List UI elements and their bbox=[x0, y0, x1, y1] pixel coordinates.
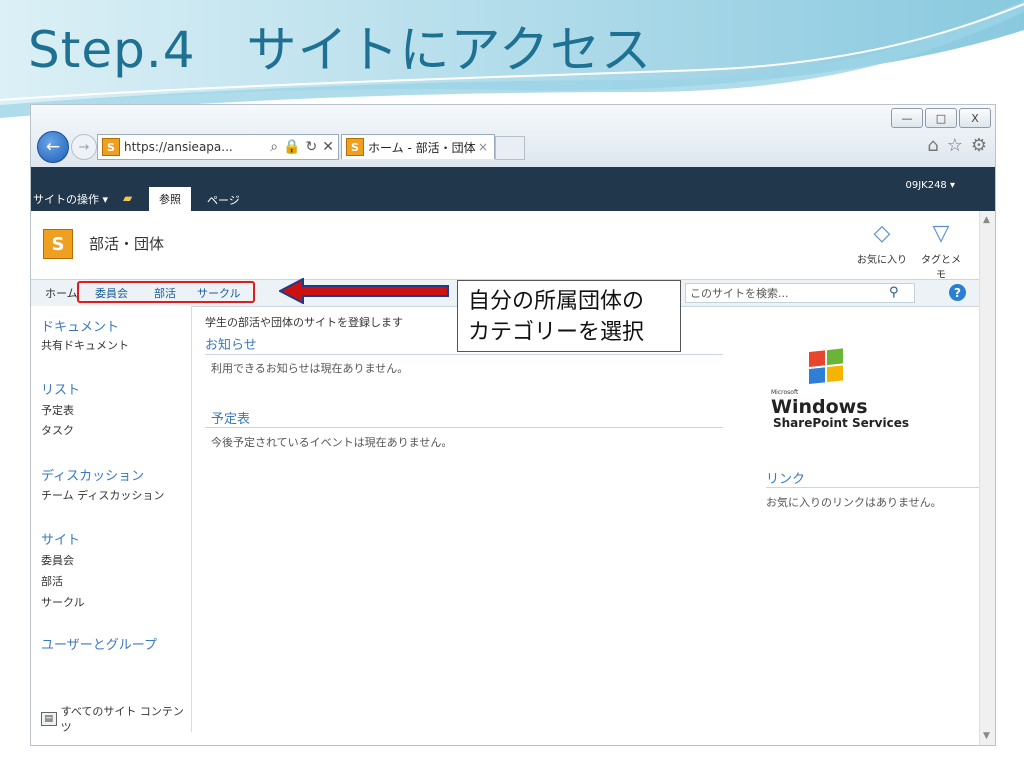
slide-title: Step.4 サイトにアクセス bbox=[28, 21, 653, 79]
ql-item-shared-documents[interactable]: 共有ドキュメント bbox=[41, 337, 129, 353]
microsoft-logo-text: Microsoft bbox=[771, 389, 799, 396]
navigate-up-icon[interactable]: ▰ bbox=[123, 191, 132, 205]
site-title-area: S 部活・団体 ◇ お気に入り ▽ タグとメモ bbox=[31, 211, 979, 281]
windows-sharepoint-logo: Microsoft Windows SharePoint Services bbox=[771, 348, 909, 430]
tab-page[interactable]: ページ bbox=[207, 192, 240, 208]
nav-item-club[interactable]: 部活 bbox=[154, 285, 176, 301]
calendar-divider bbox=[205, 427, 723, 428]
favorite-label: お気に入り bbox=[857, 255, 907, 266]
site-description: 学生の部活や団体のサイトを登録します bbox=[205, 316, 403, 329]
sharepoint-favicon-icon: S bbox=[102, 138, 120, 156]
ql-item-site-circle[interactable]: サークル bbox=[41, 594, 85, 610]
windows-logo-text: Windows bbox=[771, 396, 868, 418]
links-empty-text: お気に入りのリンクはありません。 bbox=[766, 496, 942, 509]
back-button[interactable]: ← bbox=[37, 131, 69, 163]
search-icon[interactable]: ⌕ bbox=[270, 139, 278, 155]
main-content: 学生の部活や団体のサイトを登録します お知らせ 利用できるお知らせは現在ありませ… bbox=[193, 306, 979, 732]
gear-icon[interactable]: ⚙ bbox=[971, 135, 987, 156]
new-tab-button[interactable] bbox=[495, 136, 525, 160]
help-icon[interactable]: ? bbox=[949, 284, 966, 301]
ql-heading-sites[interactable]: サイト bbox=[41, 529, 80, 548]
ql-item-calendar[interactable]: 予定表 bbox=[41, 402, 74, 418]
close-window-button[interactable]: X bbox=[959, 108, 991, 128]
ql-item-site-club[interactable]: 部活 bbox=[41, 573, 63, 589]
ql-heading-lists[interactable]: リスト bbox=[41, 379, 80, 398]
tags-notes-button[interactable]: ▽ タグとメモ bbox=[919, 221, 963, 281]
home-icon[interactable]: ⌂ bbox=[927, 135, 938, 156]
ribbon-bar: サイトの操作 ▾ ▰ 参照 ページ 09JK248 ▾ bbox=[31, 167, 995, 211]
callout-arrow bbox=[279, 278, 449, 304]
calendar-title[interactable]: 予定表 bbox=[211, 408, 250, 427]
announcements-empty-text: 利用できるお知らせは現在ありません。 bbox=[211, 362, 409, 375]
site-search-input[interactable]: このサイトを検索... bbox=[685, 283, 915, 303]
favorites-star-icon[interactable]: ☆ bbox=[947, 135, 963, 156]
maximize-button[interactable]: □ bbox=[925, 108, 957, 128]
ql-item-tasks[interactable]: タスク bbox=[41, 422, 74, 438]
nav-item-committee[interactable]: 委員会 bbox=[95, 285, 128, 301]
tags-notes-label: タグとメモ bbox=[921, 255, 961, 281]
site-title[interactable]: 部活・団体 bbox=[89, 233, 164, 254]
note-icon: ▽ bbox=[932, 221, 950, 246]
minimize-button[interactable]: — bbox=[891, 108, 923, 128]
tab-title: ホーム - 部活・団体 bbox=[368, 140, 476, 155]
announcements-title[interactable]: お知らせ bbox=[205, 334, 257, 353]
search-go-icon[interactable]: ⚲ bbox=[889, 285, 899, 300]
links-divider bbox=[766, 487, 979, 488]
nav-item-home[interactable]: ホーム bbox=[45, 285, 78, 301]
user-menu[interactable]: 09JK248 ▾ bbox=[905, 180, 955, 191]
browser-toolbar-right: ⌂ ☆ ⚙ bbox=[927, 135, 987, 156]
site-content-icon: ▤ bbox=[41, 712, 57, 726]
callout-line-1: 自分の所属団体の bbox=[468, 289, 645, 314]
callout-line-2: カテゴリーを選択 bbox=[468, 320, 645, 345]
site-logo-icon: S bbox=[43, 229, 73, 259]
stop-icon[interactable]: ✕ bbox=[322, 139, 334, 155]
lock-icon[interactable]: 🔒 bbox=[283, 139, 300, 155]
tab-favicon-icon: S bbox=[346, 138, 364, 156]
tab-close-icon[interactable]: × bbox=[478, 140, 494, 154]
browser-tab[interactable]: S ホーム - 部活・団体 × bbox=[341, 134, 495, 159]
tag-icon: ◇ bbox=[873, 221, 891, 246]
sharepoint-logo-text: SharePoint Services bbox=[773, 416, 909, 430]
ql-heading-discussions[interactable]: ディスカッション bbox=[41, 465, 144, 484]
forward-button[interactable]: → bbox=[71, 134, 97, 160]
callout-box: 自分の所属団体の カテゴリーを選択 bbox=[457, 280, 681, 352]
all-site-content-link[interactable]: ▤ すべてのサイト コンテンツ bbox=[41, 703, 191, 735]
scroll-up-icon[interactable]: ▲ bbox=[983, 215, 990, 225]
window-controls: — □ X bbox=[891, 108, 991, 128]
address-tools: ⌕ 🔒 ↻ ✕ bbox=[270, 139, 338, 155]
tab-browse[interactable]: 参照 bbox=[149, 187, 191, 211]
address-url: https://ansieapa... bbox=[124, 140, 233, 154]
ql-item-site-committee[interactable]: 委員会 bbox=[41, 552, 74, 568]
all-site-content-label: すべてのサイト コンテンツ bbox=[60, 705, 184, 734]
address-bar[interactable]: S https://ansieapa... ⌕ 🔒 ↻ ✕ bbox=[97, 134, 339, 160]
announcements-divider bbox=[205, 354, 723, 355]
favorite-button[interactable]: ◇ お気に入り bbox=[857, 221, 907, 266]
scroll-down-icon[interactable]: ▼ bbox=[983, 731, 990, 741]
page-scrollbar[interactable]: ▲ ▼ bbox=[979, 211, 995, 745]
browser-screenshot: — □ X ← → S https://ansieapa... ⌕ 🔒 ↻ ✕ … bbox=[30, 104, 996, 746]
nav-item-circle[interactable]: サークル bbox=[197, 285, 241, 301]
browser-chrome: — □ X ← → S https://ansieapa... ⌕ 🔒 ↻ ✕ … bbox=[31, 105, 995, 167]
site-actions-menu[interactable]: サイトの操作 ▾ bbox=[33, 191, 108, 207]
refresh-icon[interactable]: ↻ bbox=[306, 139, 318, 155]
ql-item-team-discussion[interactable]: チーム ディスカッション bbox=[41, 487, 164, 503]
links-title[interactable]: リンク bbox=[766, 468, 805, 487]
calendar-empty-text: 今後予定されているイベントは現在ありません。 bbox=[211, 436, 453, 449]
quick-launch: ドキュメント 共有ドキュメント リスト 予定表 タスク ディスカッション チーム… bbox=[31, 306, 192, 735]
ql-heading-documents[interactable]: ドキュメント bbox=[41, 316, 119, 335]
ql-heading-people[interactable]: ユーザーとグループ bbox=[41, 634, 157, 653]
